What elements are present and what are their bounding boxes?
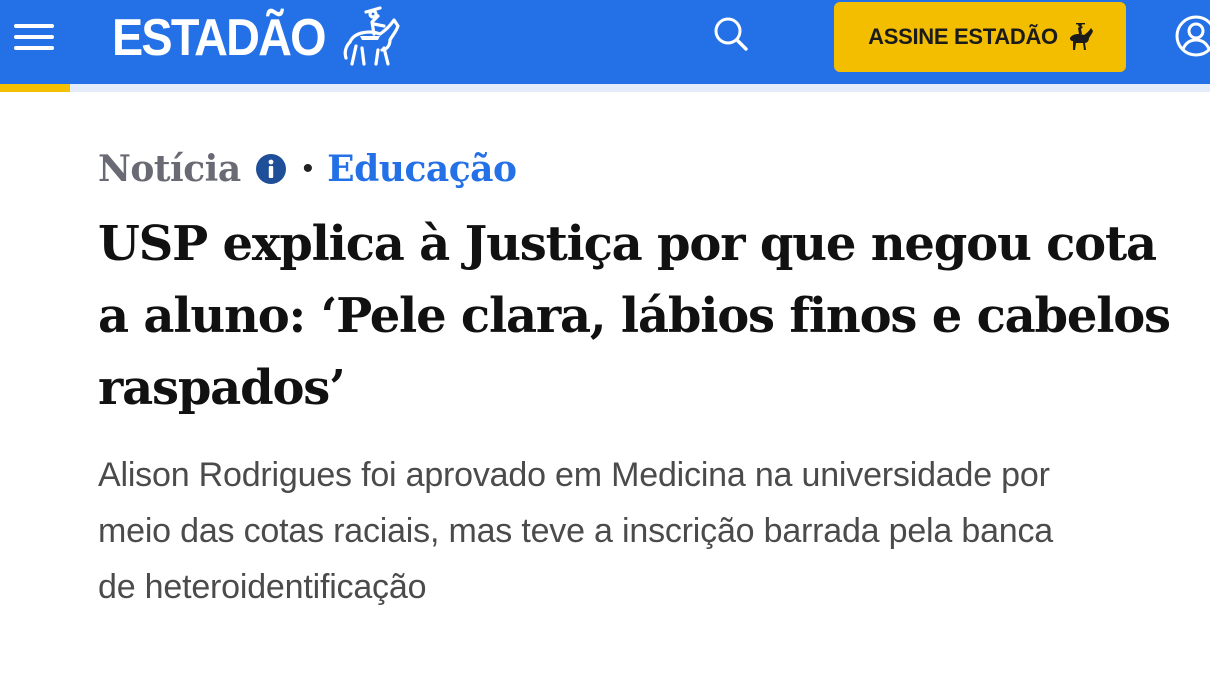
estadao-logo[interactable]: ESTADÃO <box>112 6 404 70</box>
horse-rider-logo-icon <box>344 6 400 66</box>
user-account-button[interactable] <box>1174 14 1210 58</box>
subscribe-button[interactable]: ASSINE ESTADÃO <box>834 2 1126 72</box>
article-meta: Notícia • Educação <box>98 144 517 194</box>
user-icon <box>1175 15 1210 57</box>
subscribe-label: ASSINE ESTADÃO <box>868 24 1058 49</box>
article-headline: USP explica à Justiça por que negou cota… <box>98 216 1171 416</box>
article-subtitle: Alison Rodrigues foi aprovado em Medicin… <box>98 456 1054 606</box>
category-link[interactable]: Educação <box>327 148 517 190</box>
article-type-label: Notícia <box>98 148 241 190</box>
logo-wordmark: ESTADÃO <box>112 9 327 67</box>
menu-icon[interactable] <box>14 22 54 52</box>
reading-progress-bar <box>0 84 1210 92</box>
search-button[interactable] <box>710 14 750 54</box>
search-icon <box>714 17 748 51</box>
info-icon[interactable] <box>255 153 287 185</box>
top-navigation-bar: ESTADÃO ASSINE ESTADÃO <box>0 0 1210 84</box>
reading-progress-fill <box>0 84 71 92</box>
separator-bullet: • <box>302 152 314 185</box>
horse-rider-icon <box>1069 23 1093 50</box>
